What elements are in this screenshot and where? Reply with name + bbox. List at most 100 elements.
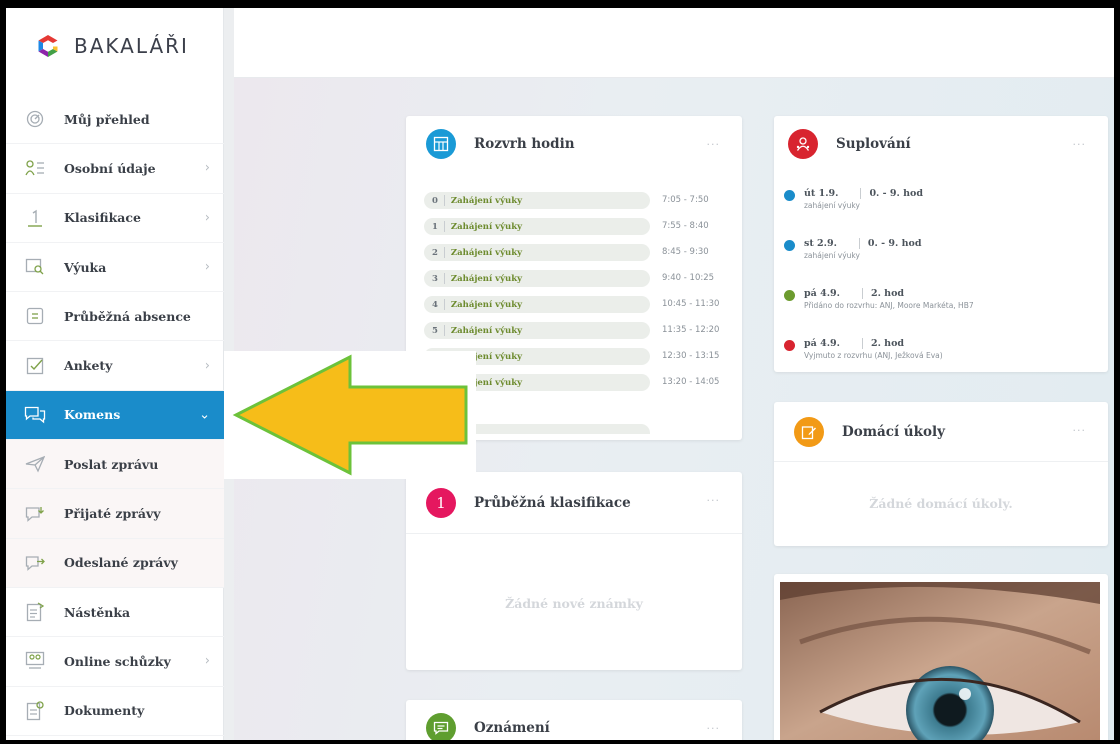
substitution-status-icon	[784, 290, 795, 301]
notices-card: Oznámení ···	[406, 700, 742, 740]
substitution-icon	[788, 129, 818, 159]
schedule-row[interactable]: 1 Zahájení výuky 7:55 - 8:40	[406, 216, 742, 237]
schedule-row[interactable]: 4 Zahájení výuky 10:45 - 11:30	[406, 294, 742, 315]
schedule-row[interactable]: 3 Zahájení výuky 9:40 - 10:25	[406, 268, 742, 289]
schedule-pill: 3 Zahájení výuky	[424, 270, 650, 287]
homework-card-header: Domácí úkoly ···	[774, 402, 1108, 462]
lesson-number: 3	[432, 273, 438, 284]
schedule-row[interactable]: 0 Zahájení výuky 7:05 - 7:50	[406, 190, 742, 211]
sidebar-menu: Můj přehled Osobní údaje › Klasifikace ›	[6, 95, 224, 736]
sidebar-item-label: Ankety	[64, 358, 113, 374]
substitution-heading: pá 4.9. 2. hod	[804, 288, 904, 299]
substitution-status-icon	[784, 190, 795, 201]
substitution-day: pá 4.9.	[804, 288, 840, 299]
sidebar-item-label: Klasifikace	[64, 210, 141, 226]
sidebar-item-nastenka[interactable]: Nástěnka	[6, 588, 224, 638]
grade-icon	[24, 207, 46, 229]
sidebar-item-ankety[interactable]: Ankety ›	[6, 341, 224, 391]
grades-empty-message: Žádné nové známky	[505, 596, 643, 611]
lesson-number: 5	[432, 325, 438, 336]
notices-card-header: Oznámení ···	[406, 700, 742, 740]
sidebar-item-label: Odeslané zprávy	[64, 555, 178, 571]
lesson-name: Zahájení výuky	[450, 221, 523, 232]
dashboard-icon	[24, 108, 46, 130]
sidebar-item-prehled[interactable]: Můj přehled	[6, 95, 224, 145]
sidebar-item-label: Můj přehled	[64, 111, 150, 127]
substitution-hours: 0. - 9. hod	[867, 238, 922, 249]
schedule-row[interactable]: 2 Zahájení výuky 8:45 - 9:30	[406, 242, 742, 263]
sidebar-item-label: Průběžná absence	[64, 308, 191, 324]
lesson-number: 4	[432, 299, 438, 310]
sidebar-item-label: Komens	[64, 407, 121, 423]
sidebar-item-poslat-zpravu[interactable]: Poslat zprávu	[6, 440, 224, 490]
annotation-arrow-box	[224, 351, 476, 479]
sidebar-item-dokumenty[interactable]: Dokumenty	[6, 687, 224, 736]
separator	[443, 299, 445, 310]
substitution-note: Přidáno do rozvrhu: ANJ, Moore Markéta, …	[804, 301, 974, 310]
chevron-right-icon: ›	[204, 210, 210, 226]
sent-icon	[24, 552, 46, 574]
lesson-time: 9:40 - 10:25	[662, 273, 715, 283]
lesson-time: 11:35 - 12:20	[662, 325, 720, 335]
lesson-time: 8:45 - 9:30	[662, 247, 709, 257]
sidebar-item-absence[interactable]: Průběžná absence	[6, 292, 224, 342]
grades-card: 1 Průběžná klasifikace ··· Žádné nové zn…	[406, 472, 742, 670]
lesson-time: 12:30 - 13:15	[662, 351, 720, 361]
homework-icon	[794, 416, 824, 447]
schedule-pill: 5 Zahájení výuky	[424, 322, 650, 339]
grades-title: Průběžná klasifikace	[474, 494, 631, 511]
chevron-right-icon: ›	[204, 160, 210, 176]
notice-icon	[426, 713, 456, 740]
sidebar-item-online-schuzky[interactable]: Online schůzky ›	[6, 637, 224, 687]
grades-card-header: 1 Průběžná klasifikace ···	[406, 472, 742, 534]
sidebar-item-prijate-zpravy[interactable]: Přijaté zprávy	[6, 489, 224, 539]
lesson-number: 0	[432, 195, 438, 206]
schedule-row[interactable]: 5 Zahájení výuky 11:35 - 12:20	[406, 320, 742, 341]
notices-more-button[interactable]: ···	[707, 722, 721, 735]
lesson-time: 7:55 - 8:40	[662, 221, 709, 231]
substitution-hours: 0. - 9. hod	[869, 188, 924, 199]
substitution-note: zahájení výuky	[804, 251, 860, 260]
schedule-pill: 4 Zahájení výuky	[424, 296, 650, 313]
sidebar-item-klasifikace[interactable]: Klasifikace ›	[6, 194, 224, 243]
substitution-day: st 2.9.	[804, 238, 837, 249]
homework-more-button[interactable]: ···	[1073, 424, 1087, 437]
substitutions-more-button[interactable]: ···	[1073, 138, 1087, 151]
sidebar-item-odeslane-zpravy[interactable]: Odeslané zprávy	[6, 538, 224, 588]
send-message-icon	[24, 453, 46, 475]
lesson-time: 13:20 - 14:05	[662, 377, 720, 387]
chevron-right-icon: ›	[204, 653, 210, 669]
separator	[443, 247, 445, 258]
lesson-name: Zahájení výuky	[450, 325, 523, 336]
lesson-time: 10:45 - 11:30	[662, 299, 720, 309]
lesson-number: 2	[432, 247, 438, 258]
substitution-day: pá 4.9.	[804, 338, 840, 349]
sidebar-item-label: Dokumenty	[64, 703, 145, 719]
substitution-day: út 1.9.	[804, 188, 839, 199]
substitution-heading: st 2.9. 0. - 9. hod	[804, 238, 921, 249]
substitution-note: Vyjmuto z rozvrhu (ANJ, Ježková Eva)	[804, 351, 943, 360]
homework-card: Domácí úkoly ··· Žádné domácí úkoly.	[774, 402, 1108, 546]
schedule-more-button[interactable]: ···	[707, 138, 721, 151]
bakalari-logo-icon	[38, 35, 58, 57]
sidebar-item-komens[interactable]: Komens ⌄	[6, 390, 224, 441]
substitutions-card: Suplování ··· út 1.9. 0. - 9. hod zahájen…	[774, 116, 1108, 372]
substitution-status-icon	[784, 340, 795, 351]
sidebar-item-label: Osobní údaje	[64, 160, 156, 176]
substitutions-card-header: Suplování ···	[774, 116, 1108, 172]
substitution-note: zahájení výuky	[804, 201, 860, 210]
sidebar-item-osobni-udaje[interactable]: Osobní údaje ›	[6, 144, 224, 194]
sidebar-item-label: Nástěnka	[64, 604, 131, 620]
schedule-card-header: Rozvrh hodin ···	[406, 116, 742, 172]
logo[interactable]: BAKALÁŘI	[36, 28, 189, 64]
app-name: BAKALÁŘI	[74, 34, 189, 58]
sidebar-item-vyuka[interactable]: Výuka ›	[6, 243, 224, 293]
schedule-icon	[426, 129, 456, 159]
left-arrow-icon	[232, 354, 468, 476]
separator	[443, 325, 445, 336]
meeting-icon	[24, 650, 46, 672]
schedule-pill: 2 Zahájení výuky	[424, 244, 650, 261]
separator	[443, 195, 445, 206]
sidebar-item-label: Přijaté zprávy	[64, 506, 161, 522]
grades-more-button[interactable]: ···	[707, 494, 721, 507]
